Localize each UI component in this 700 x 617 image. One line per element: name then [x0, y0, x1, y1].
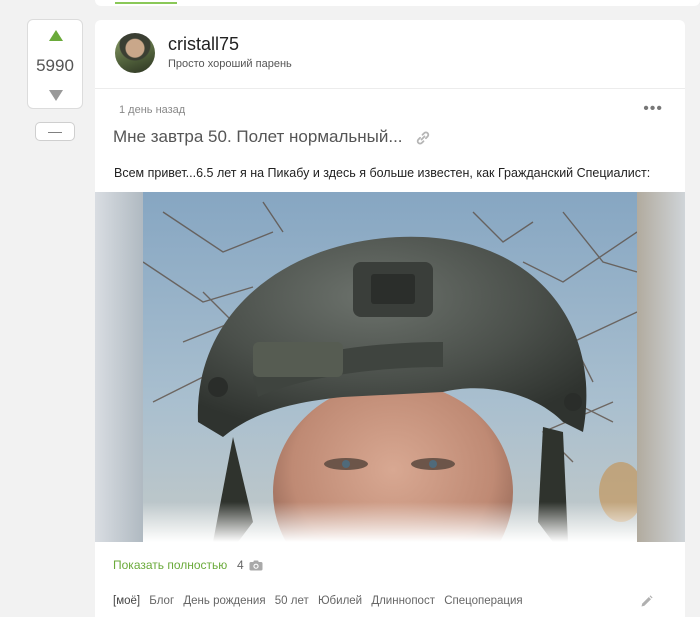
tag-birthday[interactable]: День рождения — [183, 595, 265, 607]
rating-box: 5990 — [27, 19, 83, 109]
post-card: cristall75 Просто хороший парень 1 день … — [95, 20, 685, 617]
tag-50-years[interactable]: 50 лет — [275, 595, 309, 607]
tag-blog[interactable]: Блог — [149, 595, 174, 607]
pencil-icon[interactable] — [640, 595, 653, 608]
post-title[interactable]: Мне завтра 50. Полет нормальный... — [113, 127, 403, 147]
tag-jubilee[interactable]: Юбилей — [318, 595, 362, 607]
previous-card-accent — [115, 2, 177, 4]
tag-mine[interactable]: [моё] — [113, 595, 140, 607]
post-image[interactable] — [95, 192, 685, 542]
post-text: Всем привет...6.5 лет я на Пикабу и здес… — [114, 166, 651, 180]
vote-up-icon[interactable] — [49, 30, 63, 41]
vote-down-icon[interactable] — [49, 90, 63, 101]
more-dots-icon[interactable]: ••• — [643, 101, 663, 117]
author-status: Просто хороший парень — [168, 58, 292, 70]
photo-illustration — [143, 192, 637, 542]
photo-count: 4 — [237, 558, 244, 572]
previous-card-edge — [95, 0, 700, 6]
rating-score: 5990 — [36, 56, 74, 75]
image-blur-left — [95, 192, 145, 542]
author-header: cristall75 Просто хороший парень — [95, 20, 685, 89]
image-blur-right — [635, 192, 685, 542]
avatar[interactable] — [115, 33, 155, 73]
image-fade — [143, 502, 637, 542]
show-more-link[interactable]: Показать полностью — [113, 558, 227, 572]
collapse-post-button[interactable]: — — [35, 122, 75, 141]
author-name[interactable]: cristall75 — [168, 34, 239, 55]
post-date[interactable]: 1 день назад — [119, 104, 185, 116]
tag-longpost[interactable]: Длиннопост — [371, 595, 435, 607]
camera-icon — [249, 560, 263, 571]
link-icon[interactable] — [415, 130, 431, 146]
tag-special-operation[interactable]: Спецоперация — [444, 595, 522, 607]
soldier-helmet-photo — [143, 192, 637, 542]
tag-list: [моё] Блог День рождения 50 лет Юбилей Д… — [113, 595, 529, 607]
